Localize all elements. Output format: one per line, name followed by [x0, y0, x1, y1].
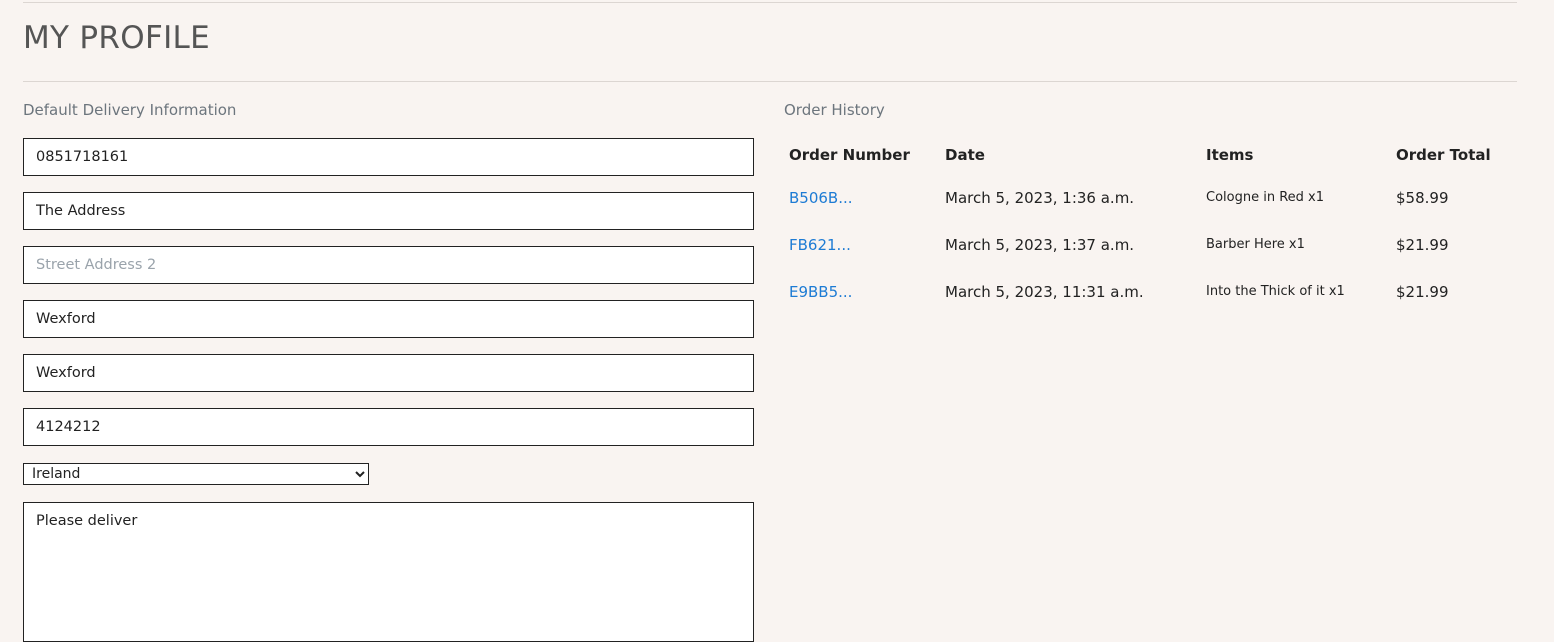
street-address2-field[interactable] — [23, 246, 754, 284]
order-total-cell: $21.99 — [1396, 235, 1449, 254]
order-total-cell: $58.99 — [1396, 188, 1449, 207]
delivery-info-heading: Default Delivery Information — [23, 101, 237, 119]
column-header-order-number: Order Number — [789, 146, 910, 164]
postcode-field[interactable] — [23, 408, 754, 446]
order-number-cell: E9BB5... — [784, 268, 940, 315]
table-header-row: Order Number Date Items Order Total — [784, 136, 1504, 174]
country-select[interactable]: Ireland — [23, 463, 369, 485]
page-title: MY PROFILE — [23, 20, 211, 56]
title-divider — [23, 81, 1517, 82]
order-items-cell: Barber Here x1 — [1206, 237, 1305, 252]
order-history-table: Order Number Date Items Order Total B506… — [784, 136, 1504, 315]
order-date-cell: March 5, 2023, 1:36 a.m. — [945, 188, 1135, 207]
order-date-cell: March 5, 2023, 11:31 a.m. — [945, 282, 1144, 301]
order-total-cell: $21.99 — [1396, 282, 1449, 301]
column-header-date: Date — [945, 146, 985, 164]
street-address1-field[interactable] — [23, 192, 754, 230]
phone-number-field[interactable] — [23, 138, 754, 176]
column-header-order-total: Order Total — [1396, 146, 1491, 164]
table-row: E9BB5... March 5, 2023, 11:31 a.m. Into … — [784, 268, 1504, 315]
order-number-link[interactable]: FB621... — [789, 236, 851, 254]
order-number-cell: B506B... — [784, 174, 940, 221]
order-history-heading: Order History — [784, 101, 885, 119]
order-number-cell: FB621... — [784, 221, 940, 268]
order-items-cell: Cologne in Red x1 — [1206, 190, 1324, 205]
county-field[interactable] — [23, 354, 754, 392]
table-row: B506B... March 5, 2023, 1:36 a.m. Cologn… — [784, 174, 1504, 221]
column-header-items: Items — [1206, 146, 1254, 164]
top-divider — [23, 2, 1517, 3]
order-number-link[interactable]: B506B... — [789, 189, 853, 207]
order-items-cell: Into the Thick of it x1 — [1206, 284, 1345, 299]
delivery-notes-field[interactable]: Please deliver — [23, 502, 754, 642]
town-or-city-field[interactable] — [23, 300, 754, 338]
order-date-cell: March 5, 2023, 1:37 a.m. — [945, 235, 1135, 254]
table-row: FB621... March 5, 2023, 1:37 a.m. Barber… — [784, 221, 1504, 268]
order-number-link[interactable]: E9BB5... — [789, 283, 852, 301]
